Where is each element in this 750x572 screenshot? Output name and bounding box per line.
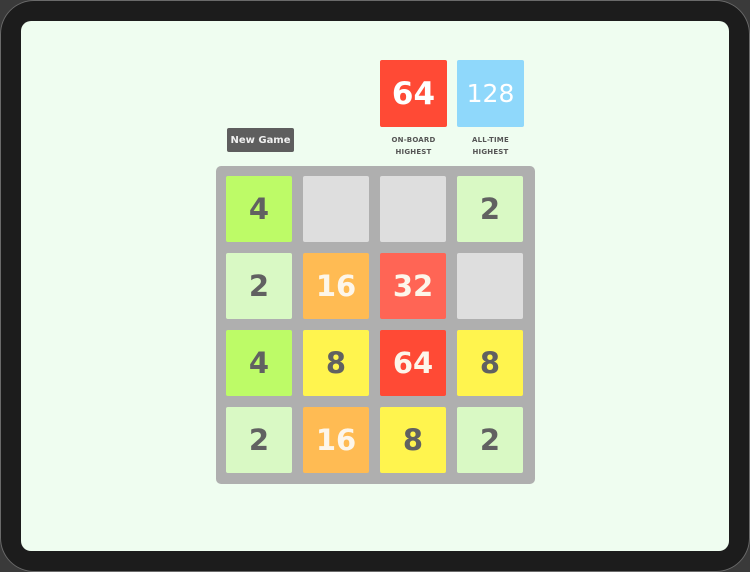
on-board-highest-label: ON-BOARD HIGHEST	[380, 134, 447, 158]
tile-8: 8	[380, 407, 446, 473]
new-game-button[interactable]: New Game	[227, 128, 294, 152]
game-board[interactable]: 4 2 2 16 32 4 8 64 8 2 16 8 2	[216, 166, 535, 484]
on-board-highest-tile: 64	[380, 60, 447, 127]
all-time-highest-label: ALL-TIME HIGHEST	[457, 134, 524, 158]
all-time-label-line2: HIGHEST	[472, 148, 509, 156]
all-time-highest-tile: 128	[457, 60, 524, 127]
tile-4: 4	[226, 176, 292, 242]
tile-2: 2	[226, 407, 292, 473]
all-time-label-line1: ALL-TIME	[472, 136, 509, 144]
tile-empty	[303, 176, 369, 242]
tile-8: 8	[303, 330, 369, 396]
on-board-label-line1: ON-BOARD	[391, 136, 436, 144]
tile-4: 4	[226, 330, 292, 396]
tile-empty	[380, 176, 446, 242]
on-board-label-line2: HIGHEST	[395, 148, 432, 156]
tile-2: 2	[226, 253, 292, 319]
tile-32: 32	[380, 253, 446, 319]
tile-16: 16	[303, 407, 369, 473]
tablet-frame: 64 ON-BOARD HIGHEST 128 ALL-TIME HIGHEST…	[0, 0, 750, 572]
tile-empty	[457, 253, 523, 319]
tile-2: 2	[457, 176, 523, 242]
tile-8: 8	[457, 330, 523, 396]
tile-16: 16	[303, 253, 369, 319]
tile-2: 2	[457, 407, 523, 473]
game-screen: 64 ON-BOARD HIGHEST 128 ALL-TIME HIGHEST…	[21, 21, 729, 551]
tile-64: 64	[380, 330, 446, 396]
